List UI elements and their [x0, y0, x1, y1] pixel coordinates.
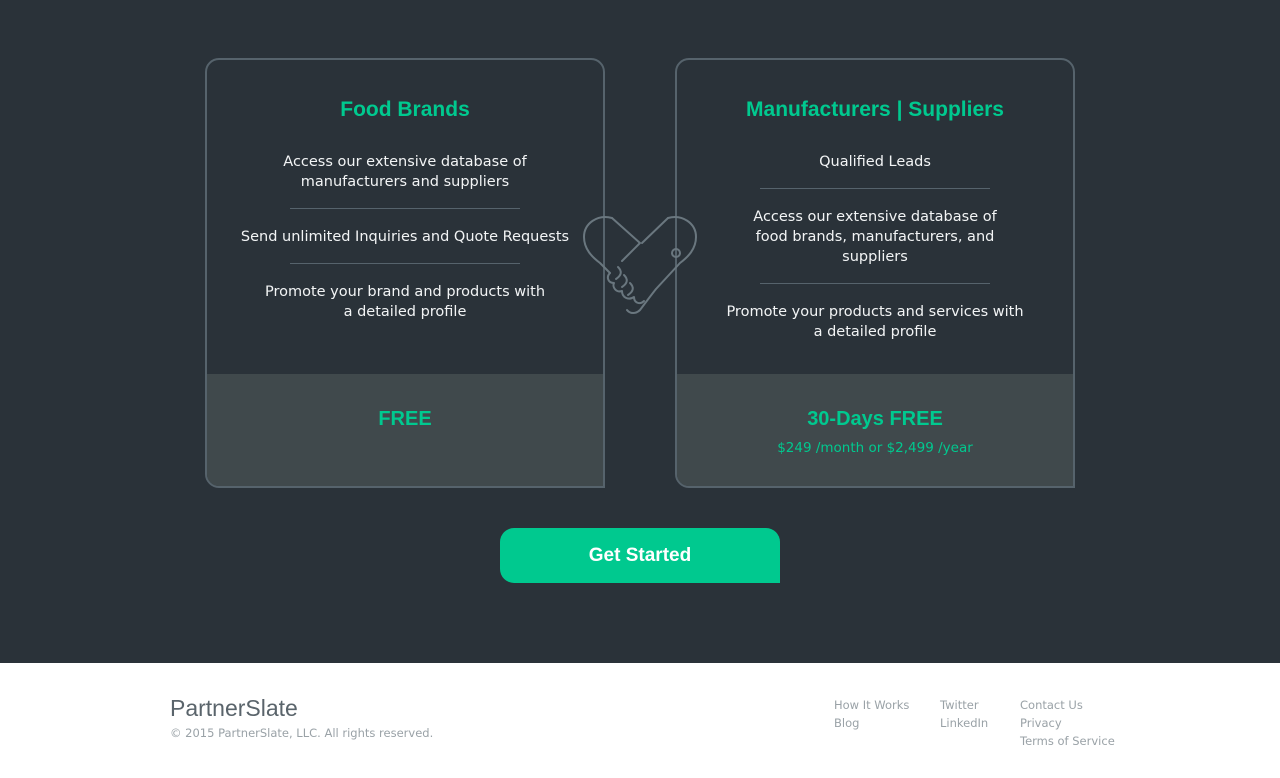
price-title: 30-Days FREE: [807, 408, 943, 430]
feature-item: Send unlimited Inquiries and Quote Reque…: [240, 229, 570, 245]
feature-item: Access our extensive database of manufac…: [283, 154, 527, 190]
plan-title: Food Brands: [340, 98, 470, 121]
footer-link-blog[interactable]: Blog: [834, 714, 909, 732]
feature-divider: [760, 188, 990, 189]
footer: PartnerSlate © 2015 PartnerSlate, LLC. A…: [0, 663, 1280, 778]
handshake-heart-icon: [582, 215, 698, 315]
feature-list: Access our extensive database of manufac…: [207, 152, 603, 322]
feature-item: Promote your products and services with …: [726, 304, 1024, 340]
footer-link-terms[interactable]: Terms of Service: [1020, 732, 1115, 750]
footer-link-contact-us[interactable]: Contact Us: [1020, 696, 1115, 714]
footer-links-column: How It Works Blog: [834, 696, 909, 732]
footer-links-column: Contact Us Privacy Terms of Service: [1020, 696, 1115, 750]
plan-card-manufacturers: Manufacturers | Suppliers Qualified Lead…: [675, 58, 1075, 488]
price-panel: FREE: [207, 374, 603, 486]
get-started-button[interactable]: Get Started: [500, 528, 780, 583]
price-panel: 30-Days FREE $249 /month or $2,499 /year: [677, 374, 1073, 486]
pricing-section: Food Brands Access our extensive databas…: [0, 0, 1280, 663]
feature-item: Promote your brand and products with a d…: [264, 284, 546, 320]
price-title: FREE: [378, 408, 432, 430]
footer-link-linkedin[interactable]: LinkedIn: [940, 714, 988, 732]
price-detail: $249 /month or $2,499 /year: [777, 440, 973, 456]
feature-divider: [290, 208, 520, 209]
feature-item: Access our extensive database of food br…: [753, 209, 997, 265]
feature-divider: [760, 283, 990, 284]
plan-card-food-brands: Food Brands Access our extensive databas…: [205, 58, 605, 488]
footer-brand-logo[interactable]: PartnerSlate: [170, 695, 298, 722]
footer-links-column: Twitter LinkedIn: [940, 696, 988, 732]
footer-link-privacy[interactable]: Privacy: [1020, 714, 1115, 732]
footer-link-twitter[interactable]: Twitter: [940, 696, 988, 714]
feature-divider: [290, 263, 520, 264]
feature-item: Qualified Leads: [819, 154, 931, 170]
footer-link-how-it-works[interactable]: How It Works: [834, 696, 909, 714]
plan-title: Manufacturers | Suppliers: [746, 98, 1004, 121]
copyright-text: © 2015 PartnerSlate, LLC. All rights res…: [170, 726, 434, 740]
feature-list: Qualified Leads Access our extensive dat…: [677, 152, 1073, 342]
